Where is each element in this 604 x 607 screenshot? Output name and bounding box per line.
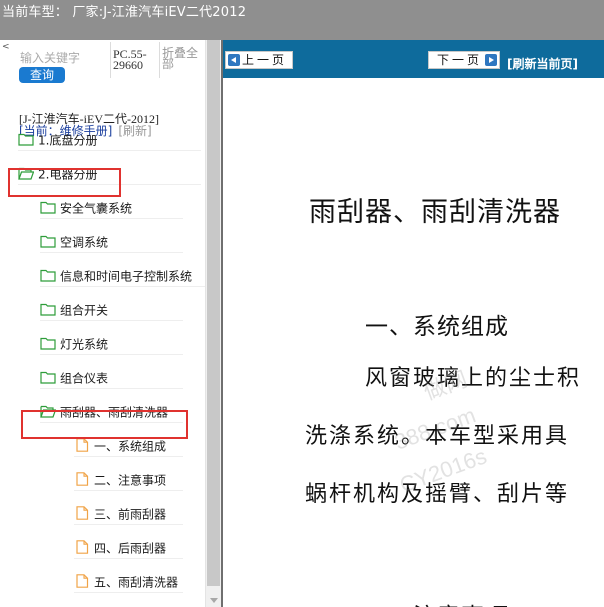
sidebar: < 查询 PC.55-29660 折叠全部 [J-江淮汽车-iEV二代-2012…	[0, 40, 205, 607]
folder-closed-icon	[18, 131, 34, 146]
tree-item-label: 安全气囊系统	[60, 201, 133, 216]
document-icon	[74, 437, 90, 452]
tree-item[interactable]: 三、前雨刮器	[74, 503, 183, 525]
tree-item[interactable]: 1.底盘分册	[18, 129, 201, 151]
arrow-left-icon	[228, 54, 240, 66]
prev-page-label: 上一页	[242, 53, 288, 67]
tree-item[interactable]: 组合仪表	[40, 367, 183, 389]
tree-item-label: 四、后雨刮器	[94, 541, 167, 556]
current-vehicle-header: 当前车型： 厂家:J-江淮汽车iEV二代2012	[2, 5, 247, 20]
tree-item-label: 一、系统组成	[94, 439, 167, 454]
tree-item[interactable]: 五、雨刮清洗器	[74, 571, 183, 593]
tree-item-label: 雨刮器、雨刮清洗器	[60, 405, 169, 420]
folder-open-icon	[40, 403, 57, 418]
tree-item-label: 二、注意事项	[94, 473, 167, 488]
tree-item-label: 组合仪表	[60, 371, 109, 386]
collapse-all-button[interactable]: 折叠全部	[162, 47, 202, 70]
tree-item-label: 三、前雨刮器	[94, 507, 167, 522]
top-bar: 当前车型： 厂家:J-江淮汽车iEV二代2012	[0, 0, 604, 40]
tree-item-label: 2.电器分册	[38, 167, 98, 182]
tree-item-label: 组合开关	[60, 303, 109, 318]
tree-item[interactable]: 2.电器分册	[18, 163, 201, 185]
document-page: 雨刮器、雨刮清洗器 一、系统组成 风窗玻璃上的尘士积 洗涤系统。本车型采用具 蜗…	[223, 78, 604, 607]
search-area: < 查询 PC.55-29660 折叠全部	[0, 40, 205, 102]
next-page-button[interactable]: 下一页	[428, 51, 501, 69]
tree-item[interactable]: 灯光系统	[40, 333, 183, 355]
document-title: 雨刮器、雨刮清洗器	[309, 197, 561, 228]
tree-item-label: 五、雨刮清洗器	[94, 575, 179, 590]
folder-closed-icon	[40, 267, 56, 282]
tree-item[interactable]: 四、后雨刮器	[74, 537, 183, 559]
tree-item[interactable]: 安全气囊系统	[40, 197, 183, 219]
prev-page-button[interactable]: 上一页	[225, 51, 294, 69]
scroll-down-arrow-icon[interactable]	[210, 598, 218, 603]
separator	[110, 42, 111, 78]
scrollbar-thumb[interactable]	[207, 40, 220, 586]
tree-item-label: 灯光系统	[60, 337, 109, 352]
content-pane: 上一页 下一页 [刷新当前页] 雨刮器、雨刮清洗器 一、系统组成 风窗玻璃上的尘…	[223, 40, 604, 607]
tree-item[interactable]: 二、注意事项	[74, 469, 183, 491]
document-icon	[74, 471, 90, 486]
arrow-right-icon	[485, 54, 498, 66]
search-input[interactable]	[20, 50, 108, 66]
sidebar-scrollbar[interactable]	[205, 40, 221, 607]
folder-closed-icon	[40, 233, 56, 248]
page-navbar: 上一页 下一页 [刷新当前页]	[223, 40, 604, 78]
separator	[159, 42, 160, 78]
tree-item[interactable]: 信息和时间电子控制系统	[40, 265, 205, 287]
tree-item[interactable]: 一、系统组成	[74, 435, 183, 457]
tree-item[interactable]: 组合开关	[40, 299, 183, 321]
tree-item-label: 空调系统	[60, 235, 109, 250]
folder-closed-icon	[40, 199, 56, 214]
manual-code: PC.55-29660	[113, 47, 147, 72]
folder-closed-icon	[40, 335, 56, 350]
tree-item-label: 信息和时间电子控制系统	[60, 269, 193, 284]
tree-item[interactable]: 雨刮器、雨刮清洗器	[40, 401, 183, 423]
document-icon	[74, 573, 90, 588]
next-page-label: 下一页	[437, 53, 483, 67]
folder-open-icon	[18, 165, 35, 180]
section-heading: 二、注意事项	[365, 597, 509, 607]
query-button[interactable]: 查询	[19, 67, 65, 83]
folder-closed-icon	[40, 369, 56, 384]
left-marker: <	[2, 42, 10, 52]
tree-item-label: 1.底盘分册	[38, 133, 98, 148]
tree-item[interactable]: 空调系统	[40, 231, 183, 253]
refresh-page-button[interactable]: [刷新当前页]	[507, 55, 578, 72]
paragraph-line: 风窗玻璃上的尘士积	[365, 366, 582, 391]
document-icon	[74, 539, 90, 554]
folder-closed-icon	[40, 301, 56, 316]
section-heading: 一、系统组成	[365, 314, 509, 340]
document-icon	[74, 505, 90, 520]
